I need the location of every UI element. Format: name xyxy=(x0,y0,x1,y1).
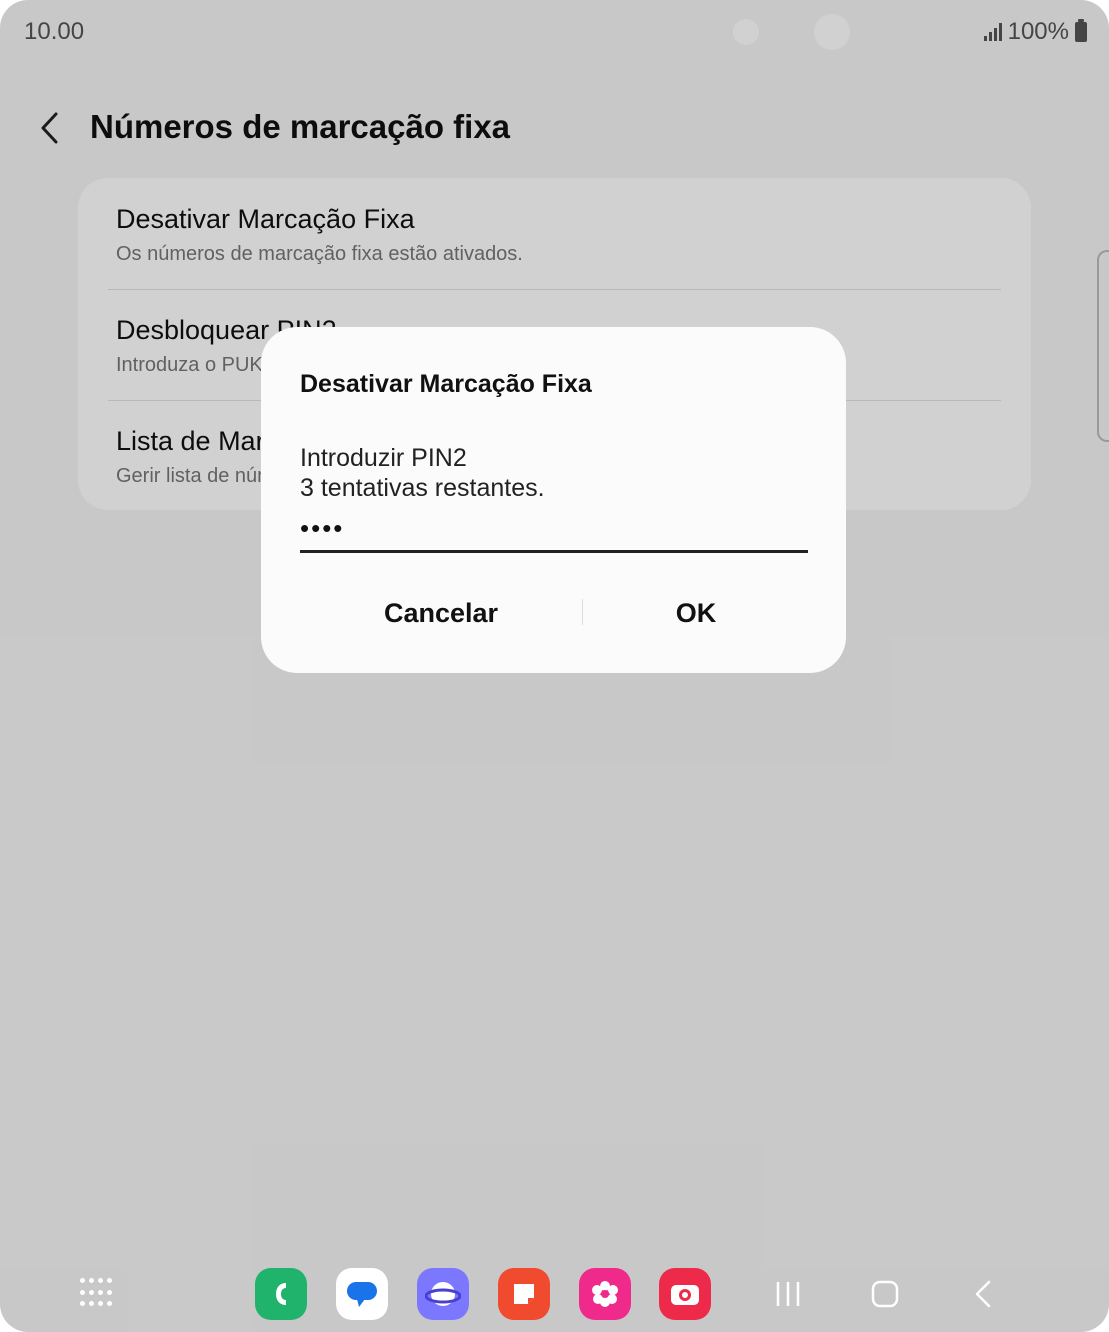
internet-app-icon[interactable] xyxy=(417,1268,469,1320)
camera-app-icon[interactable] xyxy=(659,1268,711,1320)
home-icon xyxy=(871,1280,899,1308)
recents-icon xyxy=(776,1282,800,1306)
nav-back-button[interactable] xyxy=(966,1276,1002,1312)
taskbar xyxy=(0,1264,1109,1324)
notes-app-icon[interactable] xyxy=(498,1268,550,1320)
planet-icon xyxy=(425,1282,461,1306)
dialog-message-prompt: Introduzir PIN2 xyxy=(300,444,467,472)
chat-bubble-icon xyxy=(347,1282,377,1307)
home-button[interactable] xyxy=(867,1276,903,1312)
ok-button[interactable]: OK xyxy=(576,587,816,639)
pin2-input[interactable] xyxy=(300,507,808,553)
camera-icon xyxy=(671,1285,699,1305)
phone-handset-icon xyxy=(276,1283,286,1305)
flower-icon xyxy=(592,1281,618,1307)
cancel-button[interactable]: Cancelar xyxy=(321,587,561,639)
phone-app-icon[interactable] xyxy=(255,1268,307,1320)
dialog-title: Desativar Marcação Fixa xyxy=(300,370,592,398)
phone-screen: 10.00 100% Números de marcação fixa Desa… xyxy=(0,0,1109,1332)
note-icon xyxy=(514,1284,534,1304)
back-arrow-icon xyxy=(975,1280,991,1308)
messages-app-icon[interactable] xyxy=(336,1268,388,1320)
recent-apps-button[interactable] xyxy=(770,1276,806,1312)
dialog-message-attempts: 3 tentativas restantes. xyxy=(300,474,545,502)
pin2-dialog: Desativar Marcação Fixa Introduzir PIN2 … xyxy=(261,327,846,673)
gallery-app-icon[interactable] xyxy=(579,1268,631,1320)
apps-grid-icon[interactable] xyxy=(80,1278,112,1310)
